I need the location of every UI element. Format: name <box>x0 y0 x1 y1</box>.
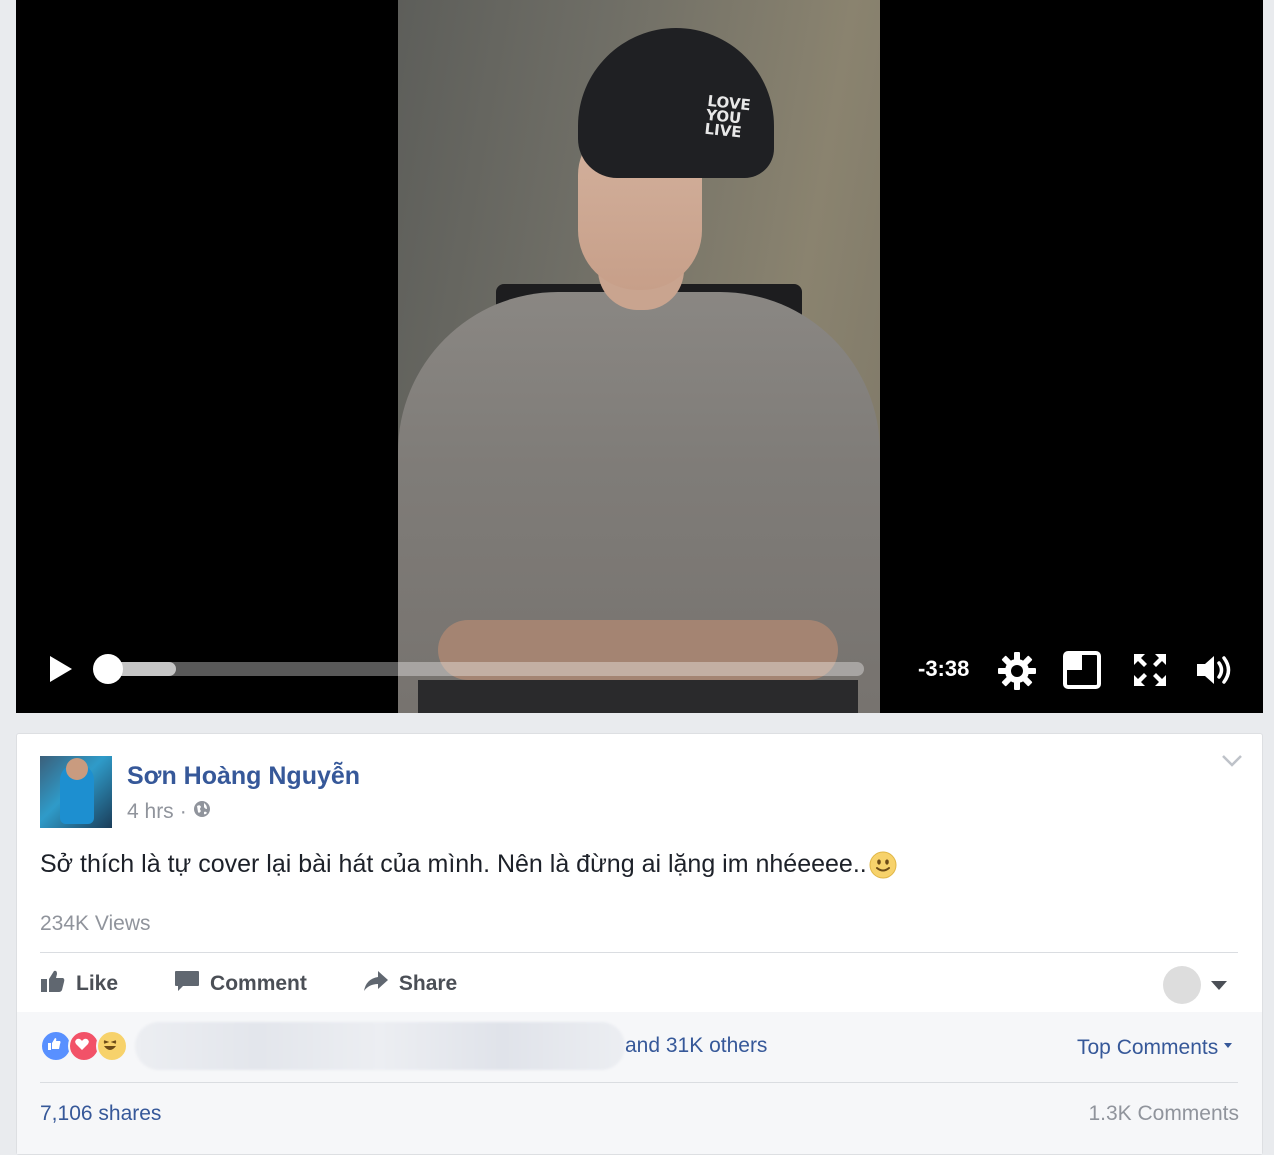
picture-in-picture-icon[interactable] <box>1062 650 1102 695</box>
comment-count[interactable]: 1.3K Comments <box>1088 1102 1239 1126</box>
share-button[interactable]: Share <box>363 969 457 999</box>
post-actions: Like Comment Share <box>40 964 457 1004</box>
fullscreen-icon[interactable] <box>1130 650 1170 695</box>
comment-label: Comment <box>210 972 307 995</box>
time-remaining: -3:38 <box>918 656 970 681</box>
progress-thumb[interactable] <box>93 654 123 684</box>
chevron-down-icon[interactable] <box>1221 754 1243 773</box>
post-text: Sở thích là tự cover lại bài hát của mìn… <box>40 850 897 879</box>
gear-icon[interactable] <box>996 650 1038 697</box>
caret-down-icon <box>1224 1042 1233 1048</box>
post-text-content: Sở thích là tự cover lại bài hát của mìn… <box>40 850 867 878</box>
smile-emoji-icon <box>869 851 897 879</box>
share-label: Share <box>398 972 458 995</box>
avatar[interactable] <box>40 756 112 828</box>
reactions-area: and 31K others Top Comments 7,106 shares… <box>17 1012 1262 1154</box>
volume-icon[interactable] <box>1194 650 1238 695</box>
post-meta: 4 hrs · <box>127 800 211 824</box>
globe-icon <box>193 800 211 824</box>
post-time[interactable]: 4 hrs <box>127 800 174 824</box>
progress-bar[interactable] <box>93 654 864 684</box>
cap-text-line: LIVE <box>703 119 743 142</box>
top-comments-label: Top Comments <box>1077 1036 1219 1059</box>
share-arrow-icon <box>363 969 389 999</box>
share-as-avatar <box>1163 966 1201 1004</box>
avatar-head <box>66 758 88 780</box>
post-card: Sơn Hoàng Nguyễn 4 hrs · Sở thích là tự … <box>16 733 1263 1155</box>
divider <box>40 952 1238 953</box>
like-button[interactable]: Like <box>40 969 118 999</box>
meta-separator: · <box>179 800 187 823</box>
play-icon[interactable] <box>50 656 72 682</box>
thumbs-up-icon <box>40 969 66 999</box>
video-frame: LOVE YOU LIVE <box>398 0 880 713</box>
blurred-reactor-names <box>135 1022 625 1070</box>
comment-button[interactable]: Comment <box>174 969 307 999</box>
reaction-icons[interactable] <box>40 1030 128 1062</box>
divider <box>40 1082 1238 1083</box>
share-count[interactable]: 7,106 shares <box>40 1102 161 1126</box>
reaction-others[interactable]: and 31K others <box>625 1034 767 1058</box>
share-as-selector[interactable] <box>1163 966 1227 1004</box>
haha-reaction-icon <box>96 1030 128 1062</box>
comment-icon <box>174 969 200 999</box>
view-count: 234K Views <box>40 912 151 935</box>
video-controls: -3:38 <box>16 640 1263 700</box>
video-player[interactable]: LOVE YOU LIVE -3:38 <box>16 0 1263 713</box>
caret-down-icon <box>1211 980 1227 990</box>
author-name[interactable]: Sơn Hoàng Nguyễn <box>127 762 360 791</box>
video-cap: LOVE YOU LIVE <box>578 28 774 178</box>
video-cap-text: LOVE YOU LIVE <box>703 92 752 142</box>
like-label: Like <box>76 972 119 995</box>
top-comments-dropdown[interactable]: Top Comments <box>1077 1036 1233 1060</box>
